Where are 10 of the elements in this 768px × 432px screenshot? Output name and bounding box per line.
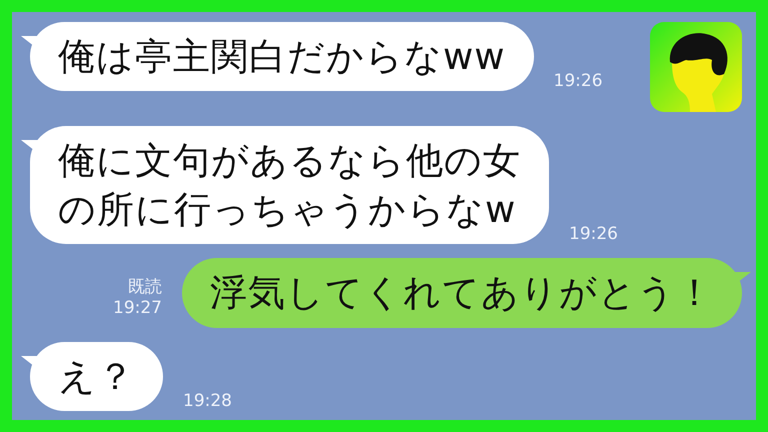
message-time: 19:26	[569, 224, 618, 244]
message-bubble: 浮気してくれてありがとう！	[182, 258, 742, 328]
message-time: 19:28	[183, 390, 232, 411]
person-silhouette-icon	[650, 22, 742, 112]
message-bubble: 俺は亭主関白だからなww	[30, 22, 534, 92]
read-receipt: 既読	[128, 277, 162, 298]
message-time: 19:26	[554, 71, 603, 92]
message-time: 19:27	[113, 298, 162, 320]
message-bubble: 俺に文句があるなら他の女 の所に行っちゃうからなw	[30, 126, 549, 244]
message-bubble: え？	[30, 342, 163, 411]
